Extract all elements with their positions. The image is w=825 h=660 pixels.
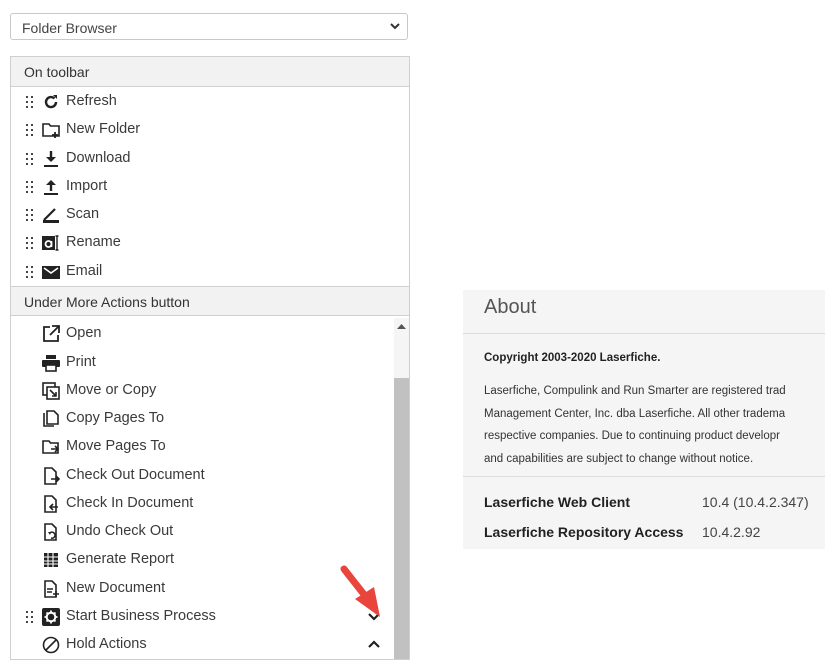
hold-icon (42, 636, 60, 654)
more-item-open[interactable]: Open (11, 319, 391, 347)
new-document-icon (44, 580, 59, 598)
new-folder-icon (42, 123, 60, 138)
about-copyright: Copyright 2003-2020 Laserfiche. (484, 352, 661, 364)
annotation-arrow-icon (340, 565, 380, 617)
more-item-copy-pages-to[interactable]: Copy Pages To (11, 404, 391, 432)
open-external-icon (43, 325, 60, 342)
toolbar-item-rename[interactable]: Rename (11, 228, 391, 256)
copy-pages-icon (43, 410, 59, 427)
drag-handle-icon[interactable] (25, 611, 35, 623)
more-item-label: Generate Report (66, 551, 175, 567)
more-item-move-or-copy[interactable]: Move or Copy (11, 376, 391, 404)
chevron-down-icon (390, 23, 400, 30)
scrollbar-thumb[interactable] (394, 378, 409, 659)
about-panel: About Copyright 2003-2020 Laserfiche. La… (463, 290, 825, 549)
toolbar-item-scan[interactable]: Scan (11, 200, 391, 228)
version-row-web-client: Laserfiche Web Client 10.4 (10.4.2.347) (484, 494, 809, 510)
chevron-up-icon[interactable] (367, 637, 381, 651)
about-paragraph-line: Laserfiche, Compulink and Run Smarter ar… (484, 385, 786, 397)
toolbar-item-label: Scan (66, 206, 100, 222)
more-item-label: Print (66, 354, 96, 370)
check-in-icon (44, 495, 58, 513)
drag-handle-icon[interactable] (25, 96, 35, 108)
more-item-label: Move Pages To (66, 438, 166, 454)
toolbar-item-email[interactable]: Email (11, 257, 391, 285)
about-paragraph-line: Management Center, Inc. dba Laserfiche. … (484, 407, 786, 420)
version-key: Laserfiche Web Client (484, 494, 631, 510)
version-value: 10.4 (10.4.2.347) (702, 494, 809, 510)
version-row-repository-access: Laserfiche Repository Access 10.4.2.92 (484, 524, 760, 540)
business-process-icon (42, 608, 60, 626)
more-item-new-document[interactable]: New Document (11, 574, 391, 602)
drag-handle-icon[interactable] (25, 124, 35, 136)
more-item-label: Hold Actions (66, 636, 147, 652)
toolbar-item-refresh[interactable]: Refresh (11, 87, 391, 115)
undo-check-out-icon (44, 523, 57, 541)
more-item-print[interactable]: Print (11, 348, 391, 376)
drag-handle-icon[interactable] (25, 237, 35, 249)
rename-icon (42, 235, 59, 251)
drag-handle-icon[interactable] (25, 266, 35, 278)
print-icon (42, 355, 60, 372)
about-title: About (484, 296, 537, 318)
about-paragraph-line: and capabilities are subject to change w… (484, 452, 754, 465)
more-item-move-pages-to[interactable]: Move Pages To (11, 432, 391, 460)
more-item-check-out[interactable]: Check Out Document (11, 461, 391, 489)
scroll-up-icon[interactable] (396, 322, 407, 330)
email-icon (42, 266, 60, 279)
more-item-label: Undo Check Out (66, 523, 174, 539)
toolbar-item-label: New Folder (66, 121, 141, 137)
more-actions-header: Under More Actions button (11, 286, 409, 316)
on-toolbar-header: On toolbar (11, 57, 409, 87)
view-select[interactable]: Folder Browser (10, 13, 408, 40)
more-item-label: New Document (66, 580, 166, 596)
about-paragraph: Laserfiche, Compulink and Run Smarter ar… (484, 380, 825, 470)
report-icon (44, 553, 58, 567)
more-item-undo-check-out[interactable]: Undo Check Out (11, 517, 391, 545)
drag-handle-icon[interactable] (25, 181, 35, 193)
version-value: 10.4.2.92 (702, 524, 761, 540)
toolbar-item-label: Import (66, 178, 108, 194)
drag-handle-icon[interactable] (25, 209, 35, 221)
toolbar-item-label: Rename (66, 234, 121, 250)
more-item-label: Check Out Document (66, 467, 205, 483)
about-divider (463, 476, 825, 477)
more-item-check-in[interactable]: Check In Document (11, 489, 391, 517)
more-item-label: Open (66, 325, 102, 341)
more-item-start-business-process[interactable]: Start Business Process (11, 602, 391, 630)
view-select-value: Folder Browser (22, 20, 117, 36)
move-pages-icon (42, 440, 60, 454)
move-copy-icon (42, 382, 60, 400)
check-out-icon (44, 467, 60, 485)
about-paragraph-line: respective companies. Due to continuing … (484, 430, 780, 442)
download-icon (44, 151, 58, 167)
toolbar-item-label: Download (66, 150, 131, 166)
more-item-generate-report[interactable]: Generate Report (11, 545, 391, 573)
about-divider (463, 333, 825, 334)
import-icon (44, 180, 58, 195)
version-key: Laserfiche Repository Access (484, 524, 684, 540)
more-item-hold-actions[interactable]: Hold Actions (11, 630, 391, 658)
toolbar-item-label: Refresh (66, 93, 117, 109)
more-item-label: Copy Pages To (66, 410, 165, 426)
refresh-icon (44, 95, 58, 109)
toolbar-item-label: Email (66, 263, 103, 279)
drag-handle-icon[interactable] (25, 153, 35, 165)
more-item-label: Start Business Process (66, 608, 216, 624)
more-item-label: Check In Document (66, 495, 194, 511)
more-item-label: Move or Copy (66, 382, 157, 398)
toolbar-item-import[interactable]: Import (11, 172, 391, 200)
scan-icon (43, 208, 59, 223)
toolbar-item-new-folder[interactable]: New Folder (11, 115, 391, 143)
toolbar-item-download[interactable]: Download (11, 144, 391, 172)
